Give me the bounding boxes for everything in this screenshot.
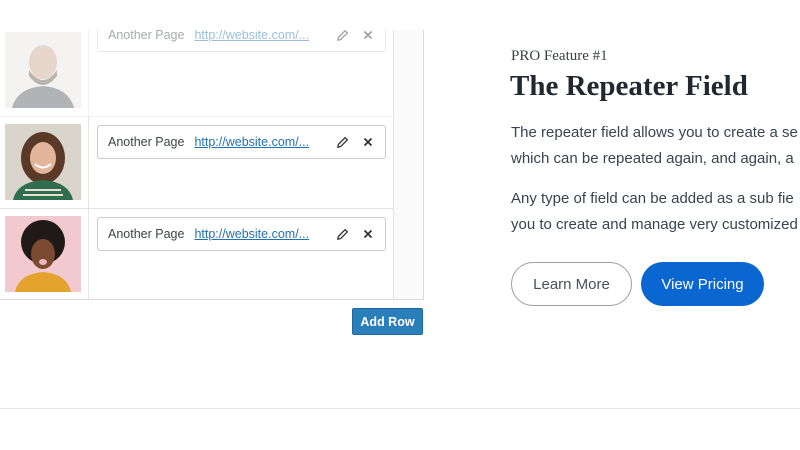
description-line: which can be repeated again, and again, …: [511, 150, 794, 167]
link-field[interactable]: Another Page http://website.com/...: [97, 217, 386, 251]
description-line: The repeater field allows you to create …: [511, 124, 798, 141]
feature-title: The Repeater Field: [510, 70, 748, 102]
link-field[interactable]: Another Page http://website.com/...: [97, 125, 386, 159]
image-cell: [0, 30, 89, 116]
pencil-icon[interactable]: [335, 30, 349, 42]
pencil-icon[interactable]: [335, 227, 349, 241]
table-row: Another Page http://website.com/...: [0, 209, 393, 299]
close-icon[interactable]: [361, 227, 375, 241]
description-line: Any type of field can be added as a sub …: [511, 190, 794, 207]
image-cell: [0, 117, 89, 208]
link-title: Another Page: [108, 30, 185, 42]
link-field[interactable]: Another Page http://website.com/...: [97, 30, 386, 52]
view-pricing-button[interactable]: View Pricing: [641, 262, 764, 306]
pencil-icon[interactable]: [335, 135, 349, 149]
link-url[interactable]: http://website.com/...: [194, 135, 309, 149]
feature-description: The repeater field allows you to create …: [511, 120, 800, 172]
close-icon[interactable]: [361, 135, 375, 149]
repeater-field-table: Another Page http://website.com/... Anot…: [0, 30, 424, 300]
link-title: Another Page: [108, 135, 185, 149]
row-handle-column[interactable]: [393, 30, 423, 299]
description-line: you to create and manage very customized: [511, 216, 798, 233]
image-cell: [0, 209, 89, 299]
person-2-avatar[interactable]: [5, 124, 81, 200]
link-url[interactable]: http://website.com/...: [194, 227, 309, 241]
link-url[interactable]: http://website.com/...: [194, 30, 309, 42]
close-icon[interactable]: [361, 30, 375, 42]
feature-details: Any type of field can be added as a sub …: [511, 186, 800, 238]
add-row-button[interactable]: Add Row: [352, 308, 423, 335]
section-divider: [0, 408, 800, 409]
person-1-avatar[interactable]: [5, 32, 81, 108]
link-title: Another Page: [108, 227, 185, 241]
table-row: Another Page http://website.com/...: [0, 30, 393, 117]
feature-kicker: PRO Feature #1: [511, 48, 608, 64]
person-3-avatar[interactable]: [5, 216, 81, 292]
table-row: Another Page http://website.com/...: [0, 117, 393, 209]
learn-more-button[interactable]: Learn More: [511, 262, 632, 306]
